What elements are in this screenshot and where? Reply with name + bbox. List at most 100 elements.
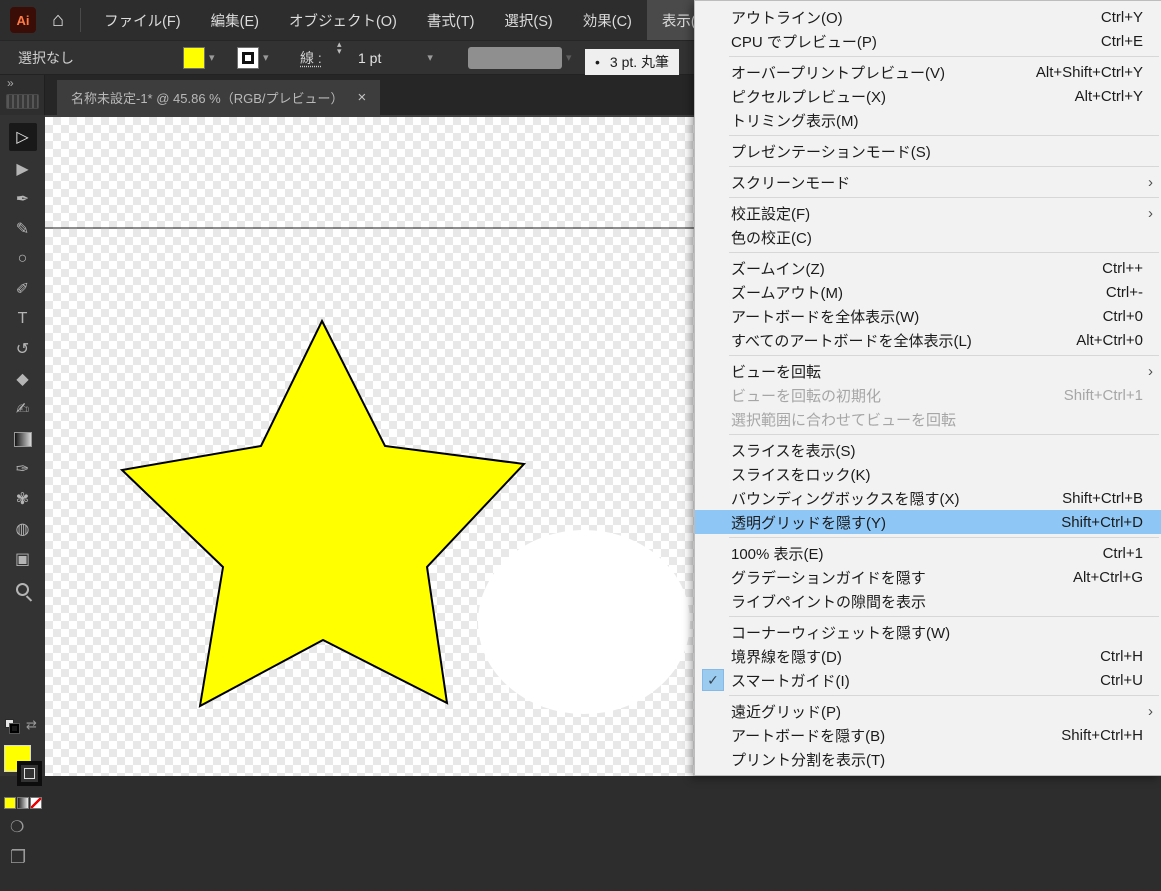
menu-item-shortcut: Ctrl++ [1102,260,1161,277]
menu-item-rotate-view-to-selection[interactable]: 選択範囲に合わせてビューを回転 [695,407,1161,431]
menu-separator [729,434,1159,435]
menu-separator [729,56,1159,57]
gradient-button[interactable] [17,797,29,809]
stroke-weight-combo[interactable]: 1 pt ▾ [350,41,433,74]
default-fill-stroke-icon[interactable] [5,719,20,733]
stroke-weight-stepper[interactable]: ▴ ▾ [337,41,342,74]
menu-item-hide-bounding-box[interactable]: バウンディングボックスを隠す(X)Shift+Ctrl+B [695,486,1161,510]
pen-tool[interactable]: ✒ [9,187,37,211]
menu-item-screen-mode[interactable]: スクリーンモード› [695,170,1161,194]
drawing-modes-icon[interactable]: ❍ [10,817,24,837]
menubar-item[interactable]: オブジェクト(O) [274,0,412,40]
menu-item-label: ズームイン(Z) [731,258,825,279]
submenu-arrow-icon: › [1148,205,1161,222]
menu-item-fit-all-in-window[interactable]: すべてのアートボードを全体表示(L)Alt+Ctrl+0 [695,328,1161,352]
fill-color-swatch[interactable] [183,47,205,69]
app-logo-icon[interactable]: Ai [10,7,36,33]
color-button[interactable] [4,797,16,809]
stroke-color-swatch[interactable] [237,47,259,69]
menu-item-fit-artboard-in-window[interactable]: アートボードを全体表示(W)Ctrl+0 [695,304,1161,328]
yellow-star-shape[interactable] [122,321,524,706]
stroke-indicator[interactable] [17,761,42,786]
menubar-item[interactable]: 書式(T) [412,0,490,40]
document-tab-title: 名称未設定-1* @ 45.86 %（RGB/プレビュー） [71,88,344,107]
menubar-item[interactable]: ファイル(F) [89,0,196,40]
menubar-item[interactable]: 編集(E) [196,0,274,40]
menu-item-lock-slices[interactable]: スライスをロック(K) [695,462,1161,486]
chevron-down-icon[interactable]: ▾ [209,51,215,64]
menu-separator [729,166,1159,167]
eraser-tool[interactable]: ◆ [9,367,37,391]
direct-selection-tool[interactable]: ▶ [9,157,37,181]
stepper-down-icon[interactable]: ▾ [337,48,342,55]
width-profile-dropdown[interactable]: ▾ [468,41,572,74]
screen-mode-icon[interactable]: ❐ [10,847,26,868]
panel-grip[interactable] [6,94,39,109]
chevron-down-icon[interactable]: ▾ [263,51,269,64]
white-ellipse-shape[interactable] [478,530,690,714]
menu-item-perspective-grid[interactable]: 遠近グリッド(P)› [695,699,1161,723]
menu-separator [729,695,1159,696]
ellipse-tool[interactable]: ○ [9,247,37,271]
menu-item-zoom-out[interactable]: ズームアウト(M)Ctrl+- [695,280,1161,304]
fill-color-control[interactable]: ▾ [183,41,215,74]
none-button[interactable] [30,797,42,809]
stroke-weight-value[interactable]: 1 pt [358,50,381,66]
shaper-tool[interactable]: ✍ [9,397,37,421]
menu-item-show-live-paint-gaps[interactable]: ライブペイントの隙間を表示 [695,589,1161,613]
menu-item-smart-guides[interactable]: ✓スマートガイド(I)Ctrl+U [695,668,1161,692]
selection-tool[interactable]: ▷ [9,123,37,151]
stroke-weight-label[interactable]: 線 : [300,41,322,74]
menu-item-trim-view[interactable]: トリミング表示(M) [695,108,1161,132]
menu-item-preview-on-cpu[interactable]: CPU でプレビュー(P)Ctrl+E [695,29,1161,53]
gradient-tool[interactable] [9,427,37,451]
menubar-item[interactable]: 効果(C) [568,0,647,40]
menu-item-zoom-in[interactable]: ズームイン(Z) Ctrl++ [695,256,1161,280]
menu-item-shortcut: Shift+Ctrl+1 [1064,387,1161,404]
menu-item-label: バウンディングボックスを隠す(X) [731,488,960,509]
menu-item-presentation-mode[interactable]: プレゼンテーションモード(S) [695,139,1161,163]
menu-item-proof-colors[interactable]: 色の校正(C) [695,225,1161,249]
menu-item-outline[interactable]: アウトライン(O)Ctrl+Y [695,5,1161,29]
menu-item-pixel-preview[interactable]: ピクセルプレビュー(X)Alt+Ctrl+Y [695,84,1161,108]
menubar-item[interactable]: 選択(S) [489,0,567,40]
artboard-tool[interactable]: ▣ [9,547,37,571]
menu-item-hide-gradient-annotator[interactable]: グラデーションガイドを隠すAlt+Ctrl+G [695,565,1161,589]
chevron-down-icon[interactable]: ▾ [427,51,433,64]
stroke-color-control[interactable]: ▾ [237,41,269,74]
home-icon[interactable]: ⌂ [52,9,64,32]
rotate-tool[interactable]: ↺ [9,337,37,361]
menu-item-hide-transparency-grid[interactable]: 透明グリッドを隠す(Y)Shift+Ctrl+D [695,510,1161,534]
zoom-tool[interactable] [9,577,37,601]
paintbrush-tool[interactable]: ✐ [9,277,37,301]
menu-item-actual-size[interactable]: 100% 表示(E)Ctrl+1 [695,541,1161,565]
menu-item-shortcut: Shift+Ctrl+H [1061,727,1161,744]
brush-definition-dropdown[interactable]: • 3 pt. 丸筆 [585,45,679,78]
menu-item-shortcut: Ctrl+Y [1101,9,1161,26]
eyedropper-tool[interactable]: ✑ [9,457,37,481]
menu-item-show-print-tiling[interactable]: プリント分割を表示(T) [695,747,1161,771]
menubar-items: ファイル(F)編集(E)オブジェクト(O)書式(T)選択(S)効果(C)表示(V… [89,0,725,40]
menu-item-hide-corner-widget[interactable]: コーナーウィジェットを隠す(W) [695,620,1161,644]
menu-item-hide-edges[interactable]: 境界線を隠す(D)Ctrl+H [695,644,1161,668]
menu-item-hide-artboards[interactable]: アートボードを隠す(B) Shift+Ctrl+H [695,723,1161,747]
width-tool[interactable]: ✾ [9,487,37,511]
swap-fill-stroke-icon[interactable]: ⇄ [26,717,37,733]
menu-item-rotate-view[interactable]: ビューを回転› [695,359,1161,383]
curvature-tool[interactable]: ✎ [9,217,37,241]
menu-item-show-slices[interactable]: スライスを表示(S) [695,438,1161,462]
menu-item-label: アートボードを隠す(B) [731,725,885,746]
close-icon[interactable]: × [358,89,367,106]
type-tool[interactable]: T [9,307,37,331]
expand-panel-icon[interactable]: » [7,76,15,90]
menu-item-overprint-preview[interactable]: オーバープリントプレビュー(V)Alt+Shift+Ctrl+Y [695,60,1161,84]
document-tab[interactable]: 名称未設定-1* @ 45.86 %（RGB/プレビュー） × [57,80,380,115]
menu-item-label: 選択範囲に合わせてビューを回転 [731,409,956,430]
menu-separator [729,252,1159,253]
menu-item-label: すべてのアートボードを全体表示(L) [731,330,972,351]
menu-item-reset-rotate-view[interactable]: ビューを回転の初期化Shift+Ctrl+1 [695,383,1161,407]
shape-builder-tool[interactable]: ◍ [9,517,37,541]
menu-item-label: 境界線を隠す(D) [731,646,842,667]
menu-separator [729,537,1159,538]
menu-item-proof-setup[interactable]: 校正設定(F)› [695,201,1161,225]
